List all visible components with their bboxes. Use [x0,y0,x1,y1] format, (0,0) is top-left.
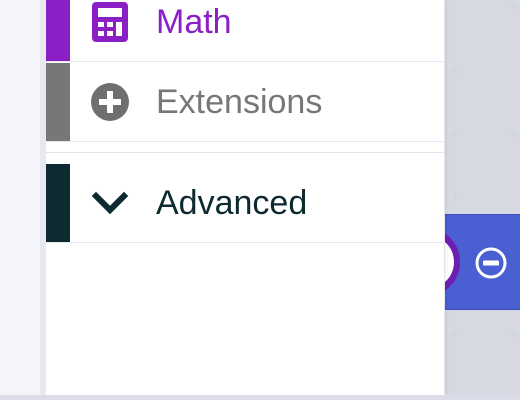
plus-circle-icon [88,80,132,124]
grid-marker: + [449,189,461,205]
category-math[interactable]: Math [46,0,444,62]
toolbox-separator [46,152,444,153]
calculator-icon [88,0,132,44]
window-bottom-border [0,395,520,400]
category-color-stripe [46,63,70,141]
category-color-stripe [46,164,70,242]
category-label-math: Math [156,3,232,41]
remove-input-button[interactable] [474,246,508,280]
chevron-down-icon [88,181,132,225]
grid-marker: + [508,127,520,143]
toolbox-panel: Math Extensions Advanced [46,0,445,395]
grid-marker: + [508,0,520,15]
category-label-advanced: Advanced [156,184,308,222]
category-label-extensions: Extensions [156,83,323,121]
category-color-stripe [46,0,70,61]
category-advanced[interactable]: Advanced [46,164,444,243]
grid-marker: + [508,327,520,343]
grid-marker: + [449,327,461,343]
grid-marker: + [449,64,461,80]
category-extensions[interactable]: Extensions [46,63,444,142]
minus-circle-icon [475,247,507,279]
grid-marker: + [449,127,461,143]
